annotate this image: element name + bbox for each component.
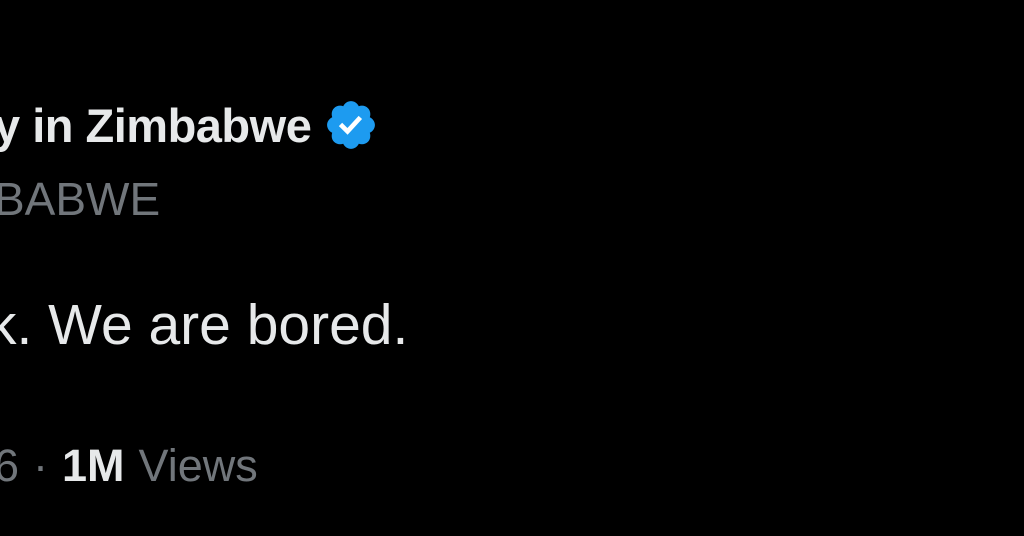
author-display-name[interactable]: y in Zimbabwe: [0, 98, 312, 153]
views-label: Views: [138, 440, 258, 491]
views-count: 1M: [62, 440, 125, 491]
author-name-row[interactable]: y in Zimbabwe: [0, 97, 379, 153]
tweet-card: y in Zimbabwe BABWE k. We are bored. 6 ·…: [0, 0, 1024, 536]
verified-badge-icon: [323, 97, 379, 153]
tweet-text: k. We are bored.: [0, 293, 409, 357]
author-handle[interactable]: BABWE: [0, 172, 160, 226]
meta-separator: ·: [33, 440, 49, 491]
tweet-timestamp[interactable]: 6: [0, 440, 19, 492]
tweet-meta-row: 6 · 1M Views: [0, 440, 258, 492]
